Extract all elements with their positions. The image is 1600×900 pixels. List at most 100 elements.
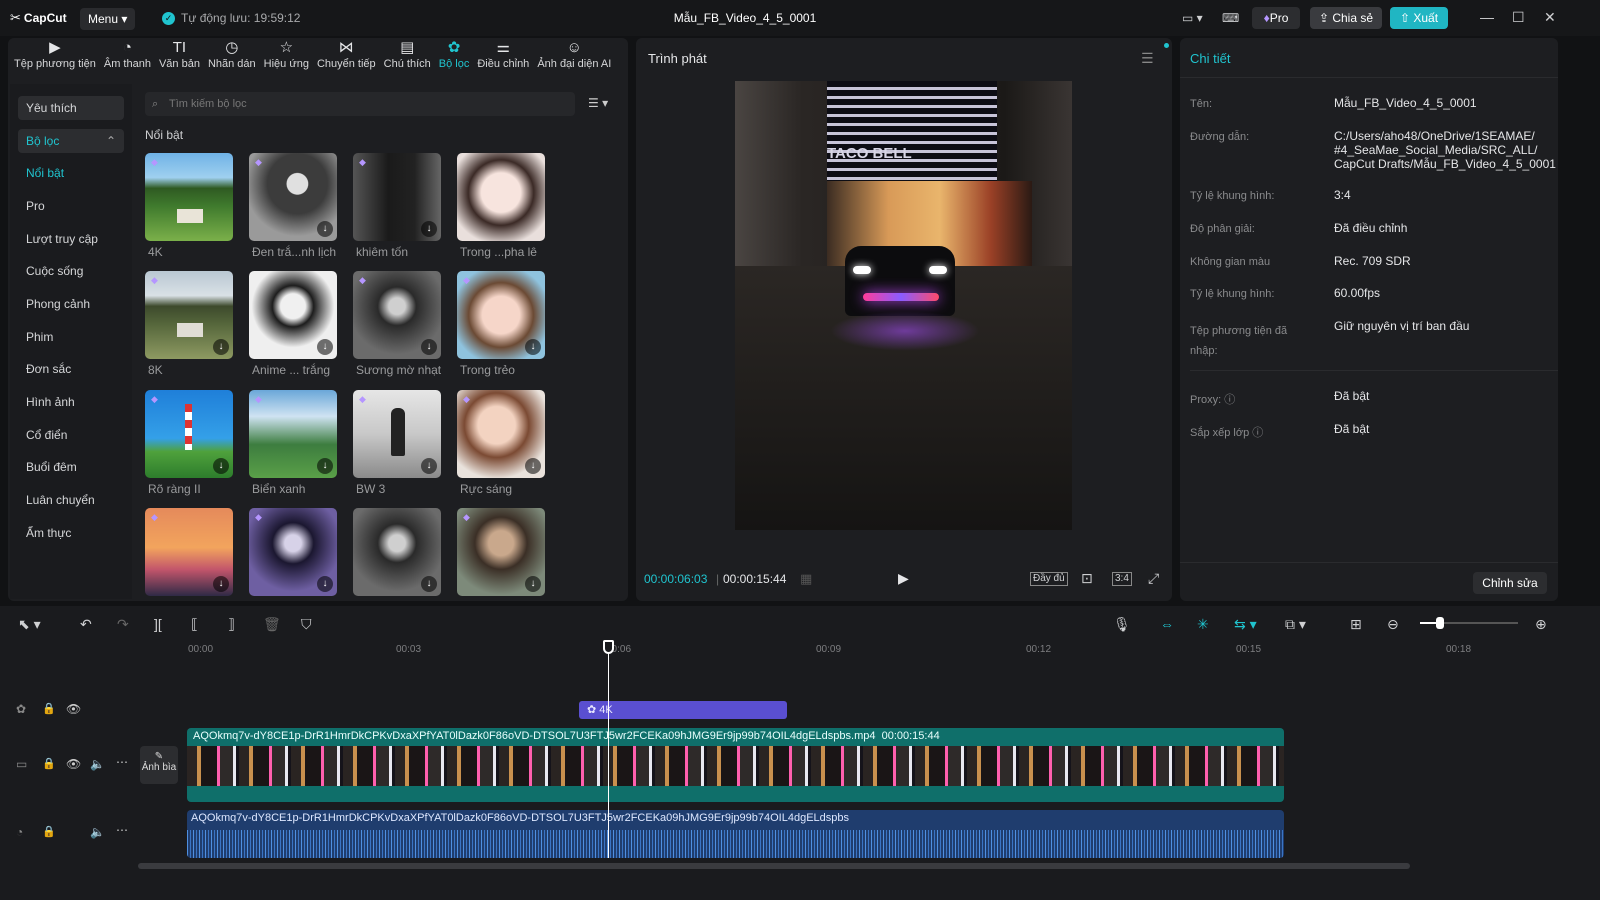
lock-icon[interactable]: 🔒 [42,825,56,838]
tab-audio[interactable]: ◔ Âm thanh [100,38,155,78]
zoom-out-icon[interactable]: ⊖ [1387,616,1399,633]
playhead-line[interactable] [608,646,609,858]
tab-media[interactable]: ▶ Tệp phương tiện [10,38,100,78]
tab-text[interactable]: TI Văn bản [155,38,204,78]
video-preview[interactable]: TACO BELL [735,81,1072,530]
speaker-icon[interactable]: 🔈 [90,757,105,771]
nav-item-life[interactable]: Cuộc sống [26,264,83,278]
filter-thumb-crystal[interactable] [457,153,545,241]
nav-item-image[interactable]: Hình ảnh [26,395,75,409]
speaker-icon[interactable]: 🔈 [90,825,105,839]
split-icon[interactable]: ][ [154,616,162,632]
tab-filters[interactable]: ✿ Bộ lọc [435,38,474,78]
microphone-icon[interactable]: 🎙 [1113,616,1131,633]
maximize-icon[interactable]: ☐ [1512,9,1525,26]
filter-thumb-dark-portrait[interactable]: ◆ ↓ [249,508,337,596]
screen-fit-icon[interactable]: ⊞ [1350,616,1362,633]
nav-item-travel[interactable]: Luân chuyển [26,493,95,507]
download-icon[interactable]: ↓ [421,221,437,237]
keyboard-icon[interactable]: ⌨ [1222,7,1239,29]
nav-item-movie[interactable]: Phim [26,330,53,344]
video-clip[interactable]: AQOkmq7v-dY8CE1p-DrR1HmrDkCPKvDxaXPfYAT0… [187,728,1284,802]
download-icon[interactable]: ↓ [317,339,333,355]
tab-adjust[interactable]: ⚌ Điều chỉnh [473,38,533,78]
filter-thumb-clarity-2[interactable]: ◆ ↓ [145,390,233,478]
eye-icon[interactable]: 👁 [66,757,81,771]
nav-item-popular[interactable]: Lượt truy cập [26,232,98,246]
audio-clip[interactable]: AQOkmq7v-dY8CE1p-DrR1HmrDkCPKvDxaXPfYAT0… [187,810,1284,858]
nav-item-pro[interactable]: Pro [26,199,45,213]
filter-search-input[interactable]: ⌕ Tìm kiếm bộ lọc [145,92,575,116]
play-button[interactable]: ▶ [898,570,909,587]
zoom-slider-handle[interactable] [1436,617,1444,629]
download-icon[interactable]: ↓ [525,576,541,592]
download-icon[interactable]: ↓ [213,339,229,355]
filter-thumb-4k[interactable]: ◆ [145,153,233,241]
filter-thumb-clear[interactable]: ◆ ↓ [457,271,545,359]
layout-icon[interactable]: ▭ ▾ [1182,7,1203,29]
export-button[interactable]: ⇧ Xuất [1390,7,1448,29]
undo-icon[interactable]: ↶ [80,616,92,633]
preview-axis-icon[interactable]: ⧉ ▾ [1285,616,1306,633]
filter-thumb-humble[interactable]: ◆ ↓ [353,153,441,241]
eye-icon[interactable]: 👁 [66,702,81,716]
filter-thumb-blue-sea[interactable]: ◆ ↓ [249,390,337,478]
filter-thumb-bw3[interactable]: ◆ ↓ [353,390,441,478]
close-icon[interactable]: ✕ [1544,9,1556,26]
timeline-scrollbar[interactable] [138,863,1410,869]
magnet-icon[interactable]: ⇔ [1160,616,1174,632]
nav-item-retro[interactable]: Cổ điển [26,428,67,442]
download-icon[interactable]: ↓ [421,339,437,355]
download-icon[interactable]: ↓ [213,458,229,474]
playhead-handle[interactable] [603,640,614,654]
download-icon[interactable]: ↓ [213,576,229,592]
download-icon[interactable]: ↓ [317,576,333,592]
filter-thumb-bright[interactable]: ◆ ↓ [457,390,545,478]
minimize-icon[interactable]: — [1480,9,1494,25]
redo-icon[interactable]: ↷ [117,616,129,633]
filter-thumb-mono[interactable]: ↓ [353,508,441,596]
lock-icon[interactable]: 🔒 [42,702,56,715]
split-right-icon[interactable]: ⟧ [228,616,235,633]
fullscreen-icon[interactable]: ⤢ [1148,570,1159,587]
snap-icon[interactable]: ⇆ ▾ [1234,616,1257,633]
nav-item-food[interactable]: Ẩm thực [26,526,71,540]
nav-favorites[interactable]: Yêu thích [18,96,124,120]
download-icon[interactable]: ↓ [525,339,541,355]
tab-effects[interactable]: ☆ Hiệu ứng [260,38,313,78]
aspect-ratio-button[interactable]: 3:4 [1112,572,1132,586]
filter-thumb-vintage-man[interactable]: ◆ ↓ [457,508,545,596]
tab-sticker[interactable]: ◷ Nhãn dán [204,38,260,78]
delete-icon[interactable]: 🗑 [263,616,281,633]
sort-filter-icon[interactable]: ☰ ▾ [588,96,608,110]
tab-ai-avatar[interactable]: ☺ Ảnh đại diện AI [533,38,615,78]
edit-button[interactable]: Chỉnh sửa [1473,572,1547,594]
download-icon[interactable]: ↓ [421,576,437,592]
filter-thumb-anime-white[interactable]: ↓ [249,271,337,359]
nav-item-featured[interactable]: Nổi bật [26,166,64,180]
split-left-icon[interactable]: ⟦ [191,616,198,633]
shield-icon[interactable]: ⛉ [301,616,312,633]
cover-button[interactable]: ✎ Ảnh bìa [140,746,178,784]
zoom-fit-icon[interactable]: ⊡ [1081,570,1093,587]
linkage-icon[interactable]: ✳ [1197,616,1209,633]
grid-icon[interactable]: ▦ [800,571,812,587]
info-icon[interactable]: ⓘ [1224,394,1235,406]
full-quality-button[interactable]: Đầy đủ [1030,572,1068,586]
pro-button[interactable]: ♦Pro [1252,7,1300,29]
download-icon[interactable]: ↓ [525,458,541,474]
zoom-in-icon[interactable]: ⊕ [1535,616,1547,633]
player-menu-icon[interactable]: ☰ [1141,50,1154,67]
tab-transitions[interactable]: ⋈ Chuyển tiếp [313,38,380,78]
filter-thumb-sunset[interactable]: ◆ ↓ [145,508,233,596]
filter-thumb-bw-elegant[interactable]: ◆ ↓ [249,153,337,241]
tab-captions[interactable]: ▤ Chú thích [380,38,435,78]
filter-thumb-8k[interactable]: ◆ ↓ [145,271,233,359]
more-icon[interactable]: ⋯ [116,823,128,837]
nav-item-mono[interactable]: Đơn sắc [26,362,71,376]
download-icon[interactable]: ↓ [421,458,437,474]
select-tool-icon[interactable]: ⬉ ▾ [18,616,41,633]
filter-clip[interactable]: ✿ 4K [579,701,787,719]
info-icon[interactable]: ⓘ [1252,427,1263,439]
nav-item-landscape[interactable]: Phong cảnh [26,297,90,311]
